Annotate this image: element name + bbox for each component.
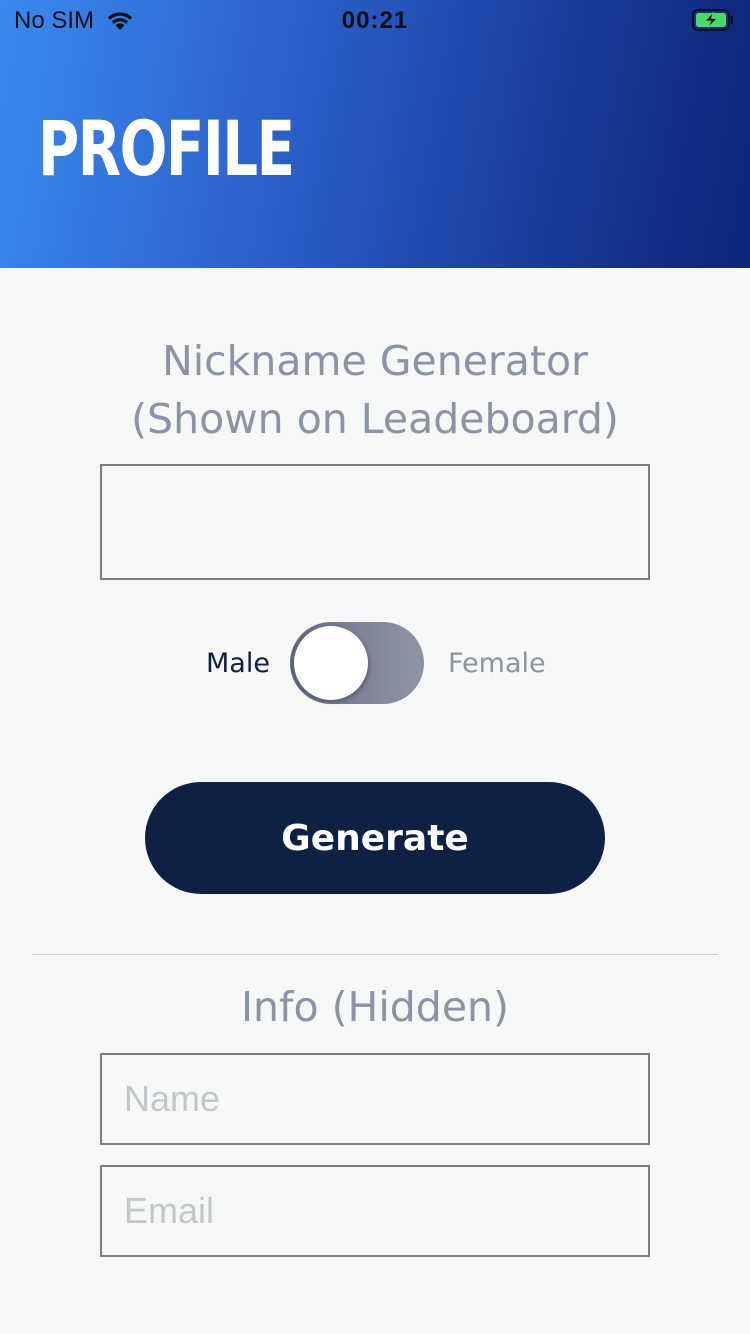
- status-bar: No SIM 00:21: [0, 0, 750, 40]
- nickname-title-line1: Nickname Generator: [162, 337, 588, 385]
- nickname-title-line2: (Shown on Leadeboard): [131, 395, 619, 443]
- gender-toggle[interactable]: [290, 622, 424, 704]
- generate-button[interactable]: Generate: [145, 782, 605, 894]
- status-time: 00:21: [341, 7, 409, 34]
- email-input[interactable]: [100, 1165, 650, 1257]
- toggle-knob: [294, 626, 368, 700]
- info-section-title: Info (Hidden): [240, 983, 510, 1031]
- section-divider: [32, 954, 718, 955]
- nickname-display-field[interactable]: [100, 464, 650, 580]
- nickname-section-title: Nickname Generator (Shown on Leadeboard): [0, 332, 750, 448]
- name-input[interactable]: [100, 1053, 650, 1145]
- male-label: Male: [206, 648, 270, 679]
- profile-header: No SIM 00:21 PROFILE: [0, 0, 750, 268]
- battery-charging-icon: [692, 9, 733, 31]
- page-title: PROFILE: [38, 104, 295, 193]
- female-label: Female: [448, 648, 546, 679]
- gender-selector: Male Female: [0, 622, 750, 704]
